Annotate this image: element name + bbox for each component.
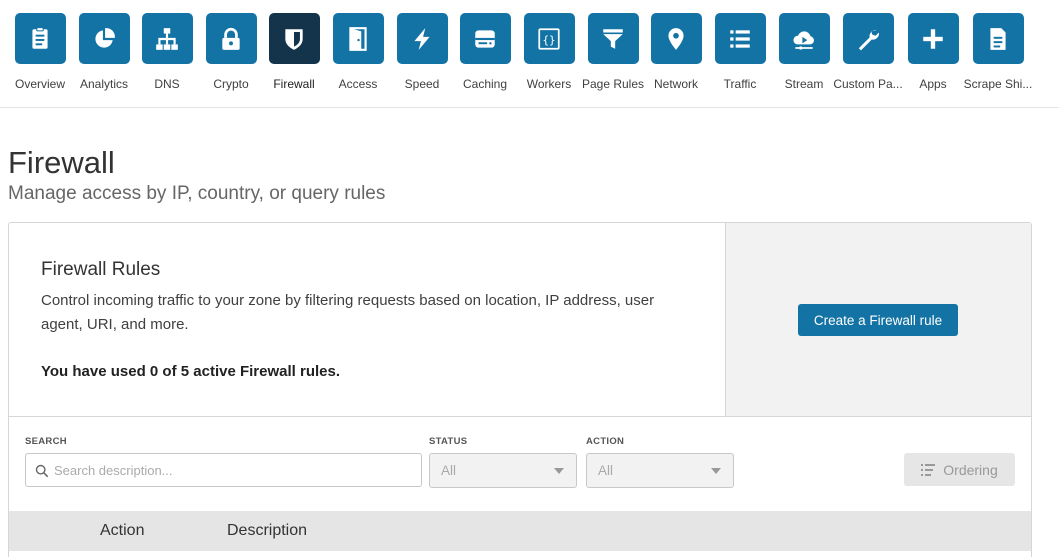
filter-funnel-icon [603, 28, 623, 49]
column-header-description: Description [227, 522, 308, 539]
search-input[interactable] [54, 454, 414, 486]
document-icon [990, 27, 1006, 50]
map-pin-icon [668, 27, 684, 50]
nav-label: Firewall [273, 77, 315, 91]
page-title: Firewall [8, 145, 115, 180]
action-label: ACTION [586, 436, 625, 447]
nav-item-analytics[interactable]: Analytics [72, 13, 136, 91]
nav-label: Traffic [723, 77, 757, 91]
nav-label: Apps [919, 77, 947, 91]
nav-label: Scrape Shi... [963, 77, 1033, 91]
svg-text:{}: {} [542, 33, 555, 46]
nav-label: Page Rules [581, 77, 645, 91]
nav-label: Analytics [79, 77, 129, 91]
server-drive-icon [475, 29, 495, 48]
action-select-value: All [598, 463, 614, 478]
nav-label: DNS [154, 77, 180, 91]
nav-item-access[interactable]: Access [326, 13, 390, 91]
ordering-button[interactable]: Ordering [904, 453, 1015, 486]
nav-item-dns[interactable]: DNS [135, 13, 199, 91]
search-icon [35, 464, 49, 478]
rules-action-panel: Create a Firewall rule [726, 223, 1031, 417]
nav-item-traffic[interactable]: Traffic [708, 13, 772, 91]
pie-chart-icon [95, 27, 115, 48]
shield-icon [285, 28, 303, 50]
status-label: STATUS [429, 436, 468, 447]
door-icon [349, 26, 367, 51]
rules-info-panel: Firewall Rules Control incoming traffic … [9, 223, 726, 417]
ordering-button-label: Ordering [943, 461, 998, 478]
lock-icon [222, 27, 240, 50]
nav-item-crypto[interactable]: Crypto [199, 13, 263, 91]
plus-icon [923, 28, 943, 49]
nav-label: Overview [14, 77, 65, 91]
nav-item-speed[interactable]: Speed [390, 13, 454, 91]
nav-label: Stream [784, 77, 824, 91]
nav-label: Caching [462, 77, 508, 91]
nav-label: Workers [526, 77, 572, 91]
network-tree-icon [156, 27, 178, 50]
column-header-action: Action [100, 522, 145, 539]
lightning-icon [414, 27, 430, 50]
nav-label: Speed [404, 77, 440, 91]
chevron-down-icon [554, 468, 564, 474]
nav-label: Access [338, 77, 378, 91]
status-select-value: All [441, 463, 457, 478]
nav-item-stream[interactable]: Stream [772, 13, 836, 91]
create-firewall-rule-button[interactable]: Create a Firewall rule [798, 304, 958, 336]
overview-doc-icon [32, 26, 48, 49]
page-subtitle: Manage access by IP, country, or query r… [8, 183, 386, 204]
list-icon [730, 29, 750, 48]
nav-label: Network [653, 77, 698, 91]
firewall-rules-card: Firewall Rules Control incoming traffic … [8, 222, 1032, 557]
search-label: SEARCH [25, 436, 67, 447]
rules-usage-text: You have used 0 of 5 active Firewall rul… [41, 363, 341, 380]
nav-label: Custom Pa... [833, 77, 903, 91]
nav-item-firewall[interactable]: Firewall [262, 13, 326, 91]
nav-item-custom-pages[interactable]: Custom Pa... [833, 13, 903, 91]
nav-item-caching[interactable]: Caching [453, 13, 517, 91]
nav-label: Crypto [213, 77, 249, 91]
status-select[interactable]: All [429, 453, 577, 488]
code-braces-icon: {} [538, 27, 560, 50]
chevron-down-icon [711, 468, 721, 474]
top-navigation: Overview Analytics DNS Crypto Firewall A… [0, 0, 1059, 108]
cloud-play-icon [793, 30, 814, 50]
search-field [25, 453, 422, 487]
nav-item-network[interactable]: Network [644, 13, 708, 91]
rules-title: Firewall Rules [41, 259, 161, 280]
nav-item-apps[interactable]: Apps [901, 13, 965, 91]
wrench-icon [858, 29, 879, 50]
nav-item-page-rules[interactable]: Page Rules [581, 13, 645, 91]
nav-item-workers[interactable]: {} Workers [517, 13, 581, 91]
nav-item-scrape-shield[interactable]: Scrape Shi... [964, 13, 1032, 91]
rules-table-header: Action Description [9, 511, 1031, 551]
ordering-list-icon [921, 463, 936, 476]
nav-item-overview[interactable]: Overview [8, 13, 72, 91]
rules-description: Control incoming traffic to your zone by… [41, 292, 655, 333]
action-select[interactable]: All [586, 453, 734, 488]
